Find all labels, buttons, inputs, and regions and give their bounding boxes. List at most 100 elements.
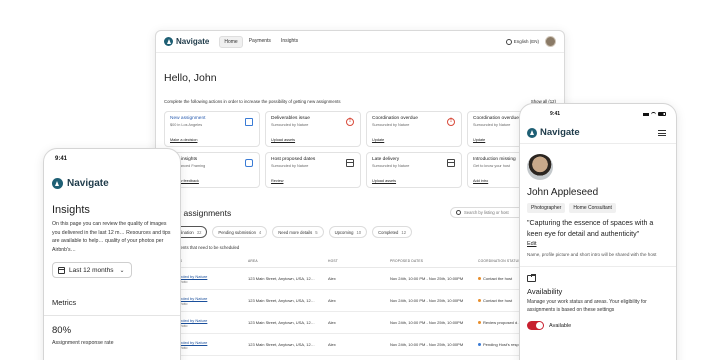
edit-link[interactable]: Edit — [520, 240, 676, 247]
chip-label: Need more details — [278, 229, 313, 235]
chip-count: 12 — [401, 229, 407, 235]
card-link[interactable]: Upload assets — [372, 179, 396, 183]
top-right-controls: English (EN) — [505, 36, 556, 47]
desktop-content: Hello, John Complete the following actio… — [156, 53, 564, 356]
metrics-heading: Metrics — [52, 298, 77, 308]
card-title: Host proposed dates — [271, 157, 316, 162]
phone-insights: 9:41 Navigate Insights On this page you … — [43, 148, 181, 360]
intro-text: Complete the following actions in order … — [164, 99, 341, 104]
insights-description: On this page you can review the quality … — [52, 221, 171, 253]
host-cell: Alex — [324, 311, 386, 334]
filter-chip-need-details[interactable]: Need more details 5 — [272, 226, 324, 238]
host-cell: Alex — [324, 267, 386, 290]
card-link[interactable]: Make a decision — [170, 138, 197, 142]
filter-chip-pending[interactable]: Pending submission 4 — [212, 226, 268, 238]
alert-icon — [447, 118, 455, 126]
divider — [520, 266, 676, 267]
camera-icon — [245, 159, 253, 167]
brand-logo[interactable]: Navigate — [164, 37, 209, 46]
action-card[interactable]: Host proposed dates Surrounded by Nature… — [265, 152, 361, 188]
dates-cell: Nov 24th, 10:00 PM - Nov 25th, 10:00PM — [386, 333, 474, 356]
action-card[interactable]: New assignment $00 in Los Angeles Make a… — [164, 111, 260, 147]
card-title: Deliverables issue — [271, 116, 310, 121]
card-link[interactable]: Add intro — [473, 179, 488, 183]
calendar-icon — [447, 159, 455, 167]
language-label: English (EN) — [513, 39, 539, 44]
assignment-filters: Coordination 32 Pending submission 4 Need … — [164, 226, 556, 238]
status-icons — [643, 112, 666, 116]
period-value: Last 12 months — [69, 266, 114, 274]
column-header[interactable]: HOST — [324, 254, 386, 268]
status-dot-icon — [478, 321, 481, 324]
profile-photo[interactable] — [527, 154, 553, 180]
calendar-icon — [346, 159, 354, 167]
navigate-logo-icon — [164, 37, 173, 46]
card-subtitle: $00 in Los Angeles — [170, 123, 203, 127]
dates-cell: Nov 24th, 10:00 PM - Nov 25th, 10:00PM — [386, 311, 474, 334]
table-row[interactable]: Surrounded by NatureHome Photo 123 Main … — [164, 311, 556, 334]
status-bar-time: 9:41 — [550, 111, 561, 117]
dates-cell: Nov 24th, 10:00 PM - Nov 25th, 10:00PM — [386, 289, 474, 312]
brand-logo[interactable]: Navigate — [44, 162, 180, 189]
column-header[interactable]: AREA — [244, 254, 324, 268]
top-nav-bar: Navigate Home Payments Insights English … — [156, 31, 564, 53]
page-greeting: Hello, John — [164, 72, 217, 84]
status-text: Review proposed d… — [483, 320, 522, 325]
card-title: Coordination overdue — [372, 116, 418, 121]
dates-cell: Nov 24th, 10:00 PM - Nov 25th, 10:00PM — [386, 267, 474, 290]
role-tag: Photographer — [527, 203, 566, 213]
availability-toggle-row: Available — [520, 314, 676, 330]
card-link[interactable]: Update — [372, 138, 384, 142]
nav-insights[interactable]: Insights — [277, 36, 302, 48]
profile-hint: Name, profile picture and short intro wi… — [527, 252, 657, 257]
nav-home[interactable]: Home — [219, 35, 243, 48]
metric-label: Assignment response rate — [52, 340, 114, 347]
action-card[interactable]: Late delivery Surrounded by Nature Uploa… — [366, 152, 462, 188]
chevron-down-icon: ⌄ — [119, 267, 125, 274]
card-link[interactable]: Review — [271, 179, 283, 183]
host-cell: Alex — [324, 333, 386, 356]
brand-name: Navigate — [67, 178, 109, 189]
action-cards: New assignment $00 in Los Angeles Make a… — [164, 111, 563, 188]
language-selector[interactable]: English (EN) — [505, 38, 539, 45]
period-select[interactable]: Last 12 months ⌄ — [52, 262, 132, 279]
filter-chip-completed[interactable]: Completed 12 — [372, 226, 413, 238]
alert-icon — [346, 118, 354, 126]
main-nav: Home Payments Insights — [219, 35, 302, 48]
card-subtitle: Surrounded by Nature — [271, 123, 309, 127]
metric-card: 80% Assignment response rate — [44, 315, 180, 346]
card-title: Late delivery — [372, 157, 400, 162]
card-link[interactable]: Upload assets — [271, 138, 295, 142]
status-text: Contact the host — [483, 276, 513, 281]
status-dot-icon — [478, 277, 481, 280]
table-row[interactable]: Surrounded by NatureHome Photo 123 Main … — [164, 267, 556, 290]
table-row[interactable]: Surrounded by NatureHome Photo 123 Main … — [164, 333, 556, 356]
table-caption: Assignments that need to be scheduled — [164, 245, 240, 250]
expand-icon — [245, 118, 253, 126]
nav-payments[interactable]: Payments — [245, 36, 275, 48]
action-card[interactable]: Coordination overdue Surrounded by Natur… — [366, 111, 462, 147]
divider — [520, 143, 676, 144]
intro-row: Complete the following actions in order … — [164, 99, 556, 104]
desktop-window: Navigate Home Payments Insights English … — [155, 30, 565, 360]
navigate-logo-icon — [527, 127, 537, 138]
availability-toggle[interactable] — [527, 321, 544, 330]
column-header[interactable]: PROPOSED DATES — [386, 254, 474, 268]
role-tag: Home Consultant — [569, 203, 616, 213]
card-subtitle: Surrounded by Nature — [372, 123, 410, 127]
assignments-header: Your assignments Search by listing or ho… — [164, 207, 556, 218]
phone-profile: 9:41 Navigate John Appleseed Photographe… — [519, 103, 677, 360]
chip-count: 4 — [258, 229, 262, 235]
calendar-icon — [58, 266, 65, 274]
status-bar-time: 9:41 — [55, 156, 68, 162]
action-card[interactable]: Deliverables issue Surrounded by Nature … — [265, 111, 361, 147]
brand-name: Navigate — [176, 37, 210, 46]
filter-chip-upcoming[interactable]: Upcoming 10 — [328, 226, 368, 238]
table-row[interactable]: Surrounded by NatureHome Photo 123 Main … — [164, 289, 556, 312]
hamburger-menu-icon[interactable] — [658, 129, 666, 136]
status-bar: 9:41 — [520, 104, 676, 117]
card-link[interactable]: Update — [473, 138, 485, 142]
chip-label: Pending submission — [218, 229, 256, 235]
user-avatar[interactable] — [545, 36, 556, 47]
globe-icon — [505, 38, 512, 45]
